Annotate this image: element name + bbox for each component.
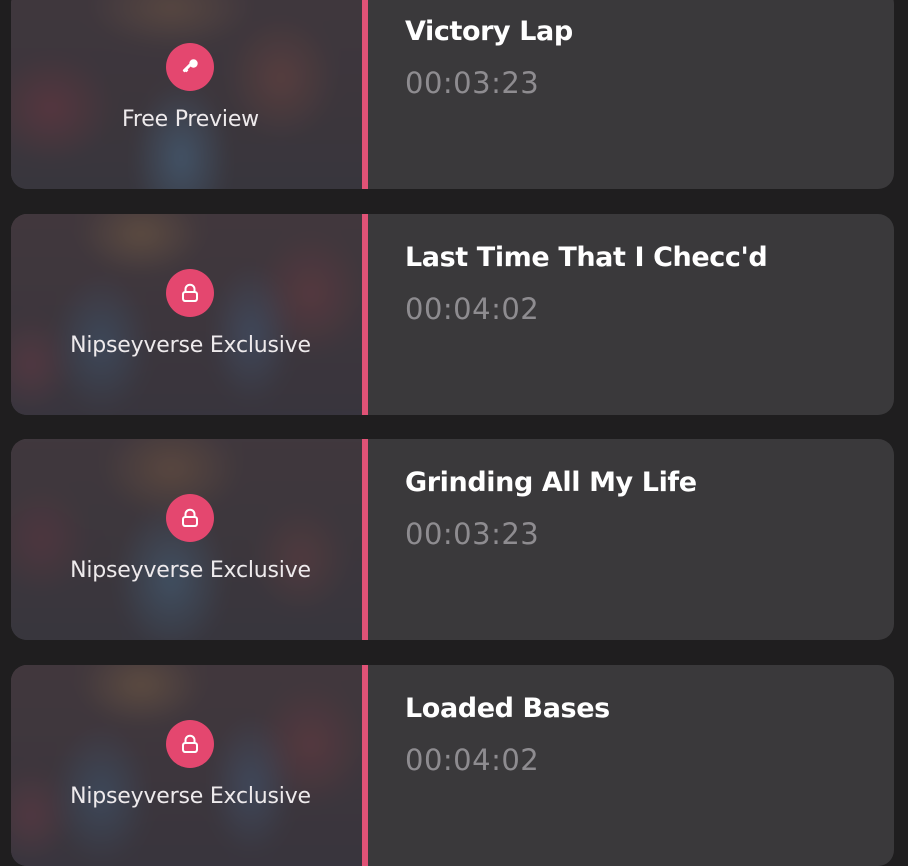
access-label: Nipseyverse Exclusive xyxy=(70,557,311,583)
lock-icon xyxy=(166,493,214,542)
track-duration: 00:03:23 xyxy=(405,66,540,100)
lock-icon xyxy=(166,719,214,768)
track-card-last-time-that-i-checcd[interactable]: Nipseyverse Exclusive Last Time That I C… xyxy=(11,214,894,415)
track-list: Free Preview Victory Lap 00:03:23 Nipsey… xyxy=(0,0,908,866)
accent-divider xyxy=(362,665,368,866)
track-duration: 00:04:02 xyxy=(405,292,540,326)
track-title: Last Time That I Checc'd xyxy=(405,242,768,273)
track-duration: 00:03:23 xyxy=(405,517,540,551)
track-title: Grinding All My Life xyxy=(405,467,697,498)
track-card-grinding-all-my-life[interactable]: Nipseyverse Exclusive Grinding All My Li… xyxy=(11,439,894,640)
accent-divider xyxy=(362,439,368,640)
track-card-loaded-bases[interactable]: Nipseyverse Exclusive Loaded Bases 00:04… xyxy=(11,665,894,866)
track-card-victory-lap[interactable]: Free Preview Victory Lap 00:03:23 xyxy=(11,0,894,189)
access-label: Nipseyverse Exclusive xyxy=(70,332,311,358)
track-thumbnail xyxy=(11,0,362,189)
key-icon xyxy=(166,42,214,91)
accent-divider xyxy=(362,0,368,189)
track-title: Loaded Bases xyxy=(405,693,610,724)
track-title: Victory Lap xyxy=(405,16,573,47)
access-label: Nipseyverse Exclusive xyxy=(70,783,311,809)
track-duration: 00:04:02 xyxy=(405,743,540,777)
accent-divider xyxy=(362,214,368,415)
access-label: Free Preview xyxy=(122,106,259,132)
lock-icon xyxy=(166,268,214,317)
